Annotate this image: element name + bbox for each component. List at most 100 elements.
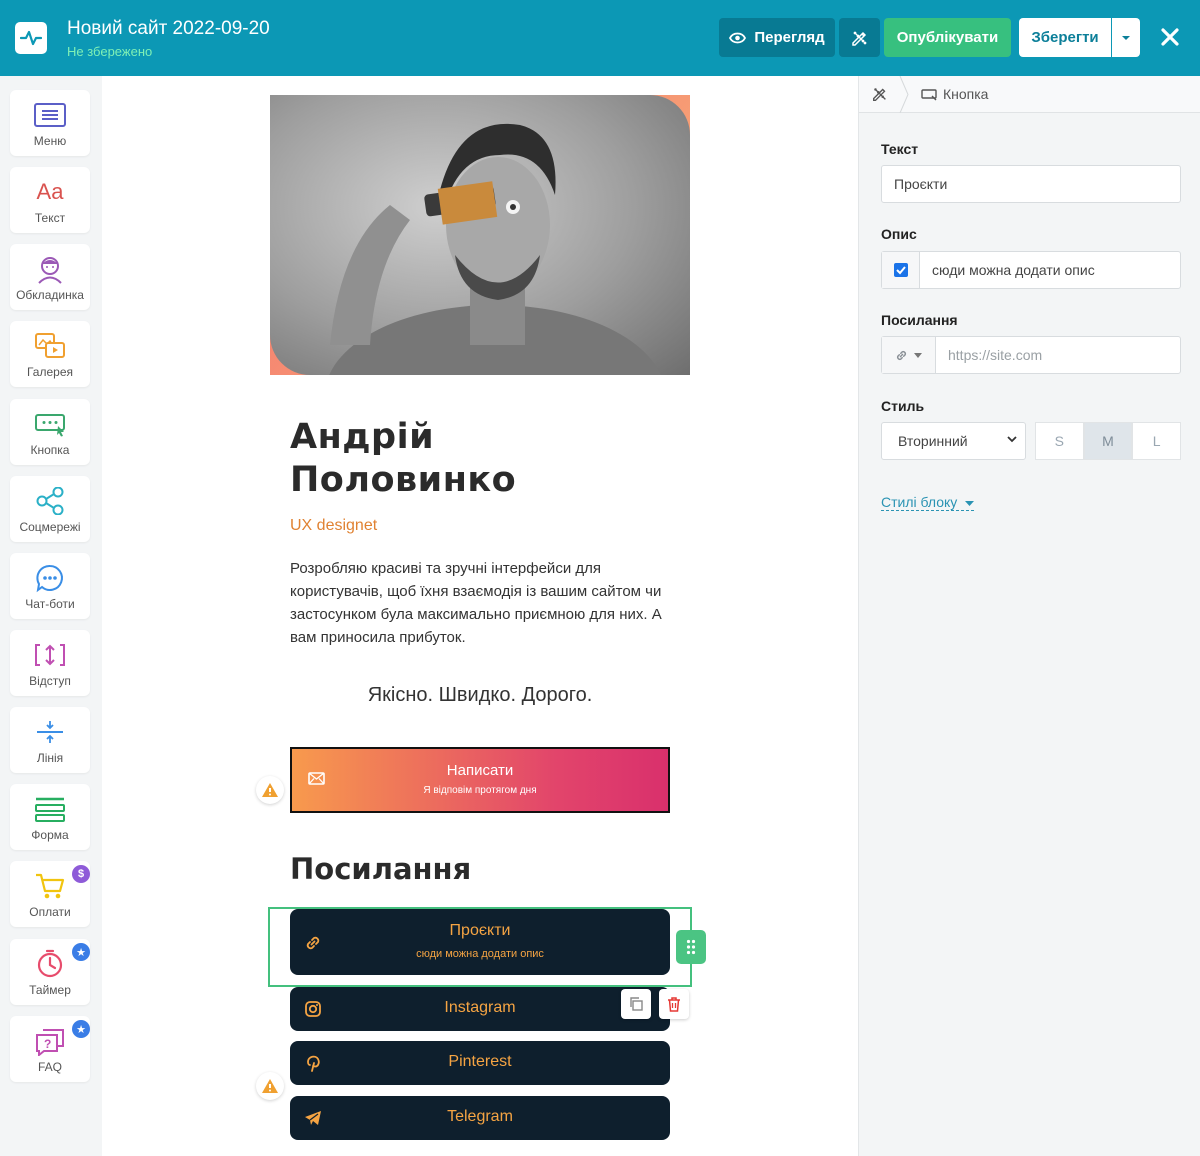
caret-down-icon [914,352,922,358]
faq-icon: ? [33,1026,67,1056]
links-heading[interactable]: Посилання [290,852,471,886]
duplicate-block-button[interactable] [621,989,651,1019]
slogan[interactable]: Якісно. Швидко. Дорого. [290,684,670,707]
style-select[interactable]: Вторинний [881,422,1026,460]
sidebar-item-payments[interactable]: Оплати $ [10,861,90,927]
sidebar-item-label: Соцмережі [19,520,81,534]
link-button-title: Telegram [447,1108,513,1125]
link-field: https://site.com [881,336,1181,374]
trash-icon [668,996,680,1012]
sidebar-item-line[interactable]: Лінія [10,707,90,773]
sidebar-item-button[interactable]: Кнопка [10,399,90,465]
preview-label: Перегляд [754,29,825,46]
text-input[interactable]: Проєкти [881,165,1181,203]
caret-down-icon [1122,35,1130,40]
profile-role[interactable]: UX designet [290,517,377,535]
sidebar-item-spacing[interactable]: Відступ [10,630,90,696]
publish-button[interactable]: Опублікувати [884,18,1011,57]
delete-block-button[interactable] [659,989,689,1019]
close-button[interactable] [1155,22,1185,52]
properties-panel: Кнопка Текст Проєкти Опис сюди можна дод… [858,76,1200,1156]
blocks-sidebar: Меню Aa Текст Обкладинка Галерея Кнопка … [0,76,100,1156]
sidebar-item-gallery[interactable]: Галерея [10,321,90,387]
link-url-input[interactable]: https://site.com [936,347,1042,363]
sidebar-item-timer[interactable]: Таймер ★ [10,939,90,1005]
profile-name[interactable]: Андрій Половинко [290,416,516,502]
cart-icon [33,871,67,901]
premium-star-badge: ★ [72,943,90,961]
text-icon: Aa [36,179,64,204]
size-option-m[interactable]: M [1083,422,1133,460]
sidebar-item-label: Текст [34,211,66,225]
chat-icon [33,563,67,593]
site-title[interactable]: Новий сайт 2022-09-20 [67,18,270,40]
save-button[interactable]: Зберегти [1019,18,1111,57]
profile-name-last: Половинко [290,460,517,500]
drag-handle[interactable] [676,930,706,964]
warning-indicator[interactable] [256,776,284,804]
sidebar-item-label: Меню [33,134,67,148]
block-styles-toggle[interactable]: Стилі блоку [881,494,975,511]
sidebar-item-label: Відступ [29,674,71,688]
premium-star-badge: ★ [72,1020,90,1038]
menu-icon [33,100,67,130]
timer-icon [33,949,67,979]
text-input-value: Проєкти [894,176,948,192]
preview-button[interactable]: Перегляд [719,18,835,57]
pencil-ruler-icon [851,30,867,46]
sidebar-item-text[interactable]: Aa Текст [10,167,90,233]
svg-text:?: ? [44,1037,51,1051]
sidebar-item-label: Галерея [26,365,74,379]
link-button-pinterest[interactable]: Pinterest [290,1041,670,1085]
sidebar-item-form[interactable]: Форма [10,784,90,850]
profile-photo [270,95,690,375]
cover-avatar-icon [33,254,67,284]
style-field-label: Стиль [881,398,925,414]
link-button-title: Instagram [444,999,516,1016]
contact-button[interactable]: Написати Я відповім протягом дня [290,747,670,813]
warning-indicator[interactable] [256,1072,284,1100]
sidebar-item-label: Кнопка [30,443,70,457]
link-type-dropdown[interactable] [882,337,936,373]
description-input[interactable]: сюди можна додати опис [920,262,1095,278]
style-select-value: Вторинний [898,433,968,449]
link-button-telegram[interactable]: Telegram [290,1096,670,1140]
description-field-label: Опис [881,226,917,242]
size-option-l[interactable]: L [1132,422,1182,460]
breadcrumb-current[interactable]: Кнопка [943,86,988,102]
sidebar-item-social[interactable]: Соцмережі [10,476,90,542]
link-icon [896,350,907,360]
caret-down-icon [965,500,975,506]
link-button-projects[interactable]: Проєкти сюди можна додати опис [290,909,670,975]
sidebar-item-label: Обкладинка [16,288,84,302]
checkbox-checked-icon [893,263,908,277]
link-icon [306,936,320,950]
form-icon [33,794,67,824]
link-button-instagram[interactable]: Instagram [290,987,670,1031]
sidebar-item-label: Таймер [29,983,71,997]
sidebar-item-cover[interactable]: Обкладинка [10,244,90,310]
copy-icon [630,997,643,1011]
cover-image[interactable] [270,95,690,375]
telegram-icon [305,1111,321,1125]
description-checkbox[interactable] [882,252,920,288]
profile-bio[interactable]: Розробляю красиві та зручні інтерфейси д… [290,557,680,649]
sidebar-item-label: Чат-боти [25,597,75,611]
sidebar-item-faq[interactable]: ? FAQ ★ [10,1016,90,1082]
link-button-title: Проєкти [449,922,511,939]
app-logo[interactable] [15,22,47,54]
save-options-button[interactable] [1112,18,1140,57]
warning-icon [262,783,278,797]
sidebar-item-chatbots[interactable]: Чат-боти [10,553,90,619]
pencil-ruler-icon[interactable] [871,85,889,103]
size-toggle-group: S M L [1035,422,1182,460]
page-canvas: Андрій Половинко UX designet Розробляю к… [102,76,858,1156]
sidebar-item-label: Форма [31,828,69,842]
spacing-icon [33,640,67,670]
pinterest-icon [307,1055,320,1072]
grip-icon [686,939,696,955]
design-tools-button[interactable] [839,18,880,57]
size-option-s[interactable]: S [1035,422,1084,460]
sidebar-item-menu[interactable]: Меню [10,90,90,156]
eye-icon [729,32,747,43]
